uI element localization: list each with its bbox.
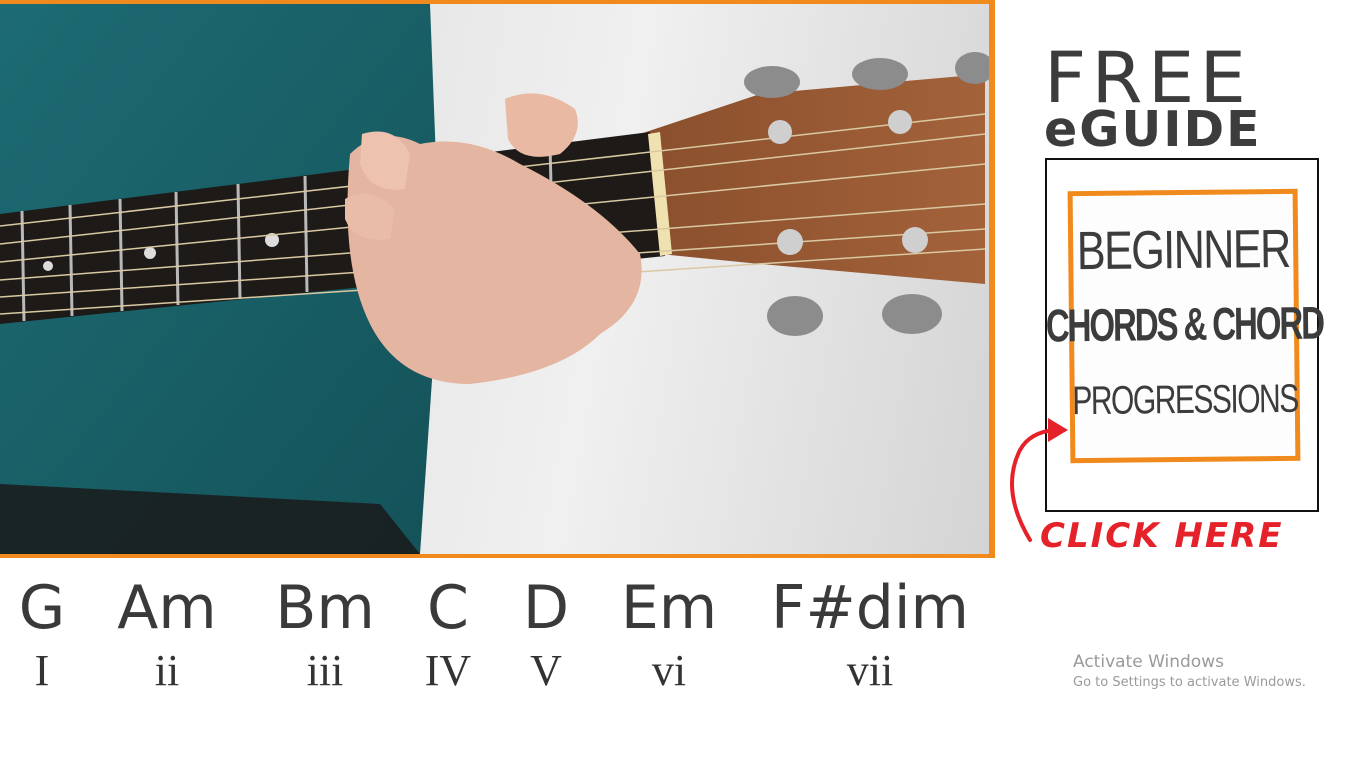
eguide-cover[interactable]: BEGINNER CHORDS & CHORD PROGRESSIONS (1045, 188, 1323, 464)
ad-eguide-label: eGUIDE (1044, 101, 1262, 158)
video-player[interactable] (0, 4, 989, 554)
video-frame (0, 0, 995, 558)
click-here-button[interactable]: CLICK HERE (1040, 516, 1326, 560)
chord-item: G I (12, 568, 72, 694)
chord-progression: G I Am ii Bm iii C IV D V Em vi F#dim vi… (0, 568, 995, 698)
chord-numeral: I (34, 646, 50, 695)
eguide-cover-box[interactable]: BEGINNER CHORDS & CHORD PROGRESSIONS (1045, 158, 1323, 512)
chord-name: D (522, 573, 570, 643)
chord-item: F#dim vii (768, 568, 972, 694)
guitar-scene (0, 4, 989, 554)
chord-name: Bm (275, 573, 375, 643)
chord-name: F#dim (771, 573, 969, 643)
chord-item: Em vi (618, 568, 720, 694)
chord-item: Am ii (112, 568, 222, 694)
watermark-subtitle: Go to Settings to activate Windows. (1073, 675, 1306, 690)
chord-item: C IV (416, 568, 480, 694)
chord-item: D V (516, 568, 576, 694)
chord-name: Am (117, 573, 217, 643)
chord-numeral: iii (306, 646, 344, 695)
chord-name: C (427, 573, 469, 643)
activate-windows-watermark: Activate Windows Go to Settings to activ… (1073, 651, 1306, 693)
cover-line-1: BEGINNER (1076, 218, 1290, 282)
watermark-title: Activate Windows (1073, 652, 1224, 672)
chord-name: G (18, 573, 66, 643)
chord-item: Bm iii (272, 568, 378, 694)
chord-numeral: vii (846, 646, 894, 695)
chord-numeral: IV (424, 646, 472, 695)
chord-numeral: ii (154, 646, 180, 695)
chord-numeral: V (530, 646, 562, 695)
chord-numeral: vi (651, 646, 687, 695)
cover-line-3: PROGRESSIONS (1071, 376, 1298, 424)
cover-line-2: CHORDS & CHORD (1045, 296, 1323, 352)
chord-name: Em (620, 573, 718, 643)
